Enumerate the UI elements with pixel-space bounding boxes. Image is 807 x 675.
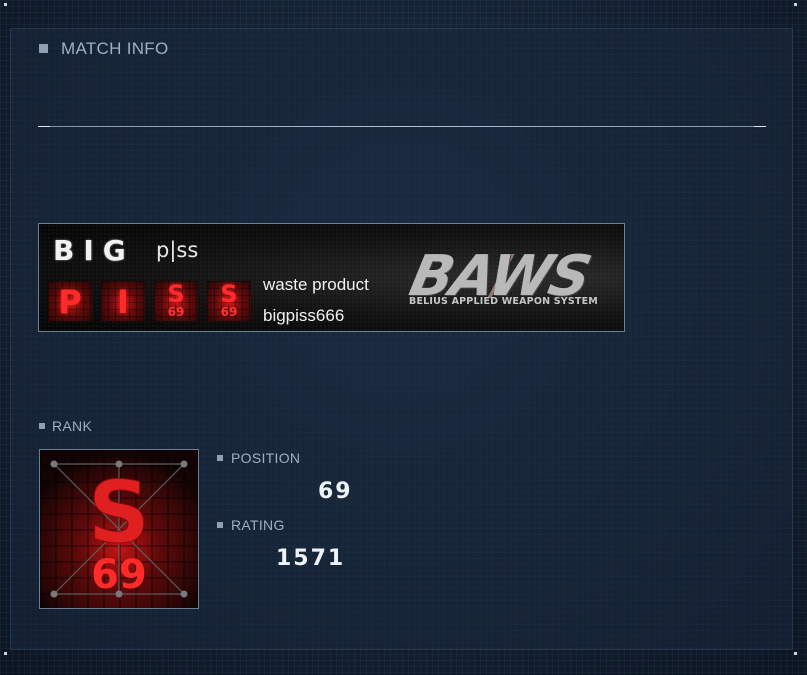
position-value: 69 <box>318 479 353 504</box>
corner-marker-bottom-left <box>4 652 7 655</box>
emblem-big-text: BIG <box>53 234 135 267</box>
header-divider <box>38 126 766 127</box>
emblem-tile: S 69 <box>207 281 251 321</box>
emblem-tile: S 69 <box>154 281 198 321</box>
emblem-tile-letter: S <box>167 281 185 308</box>
pilot-title: waste product <box>263 275 369 294</box>
pilot-banner[interactable]: BIG p|ss P I S 69 S 69 waste product big… <box>38 223 625 332</box>
pilot-name: bigpiss666 <box>263 306 345 325</box>
section-square-icon <box>39 44 48 53</box>
emblem-tile: P <box>48 281 92 321</box>
emblem-tile-letter: S <box>220 281 238 308</box>
corner-marker-top-left <box>4 3 7 6</box>
section-square-icon <box>217 455 223 461</box>
rank-badge-icon: S 69 <box>39 449 199 609</box>
match-info-title: MATCH INFO <box>61 39 169 58</box>
rating-value: 1571 <box>276 546 346 571</box>
emblem-tile-letter: I <box>117 283 129 321</box>
rank-section-label: RANK <box>52 418 93 434</box>
emblem-tile-letter: P <box>58 283 82 321</box>
rank-badge-number: 69 <box>91 552 147 598</box>
emblem-tile-number: 69 <box>167 305 185 319</box>
emblem-small-text: p|ss <box>156 238 199 262</box>
divider-end-left <box>38 126 50 127</box>
section-square-icon <box>217 522 223 528</box>
emblem-tile-number: 69 <box>220 305 238 319</box>
rank-badge-letter: S <box>88 463 150 563</box>
rank-badge-graphic: S 69 <box>40 450 198 608</box>
emblem-tile: I <box>101 281 145 321</box>
position-label: POSITION <box>231 450 301 466</box>
corporation-full-name: BELIUS APPLIED WEAPON SYSTEM <box>409 296 598 307</box>
corner-marker-top-right <box>794 3 797 6</box>
corner-marker-bottom-right <box>794 652 797 655</box>
divider-end-right <box>754 126 766 127</box>
section-square-icon <box>39 423 45 429</box>
rating-label: RATING <box>231 517 285 533</box>
